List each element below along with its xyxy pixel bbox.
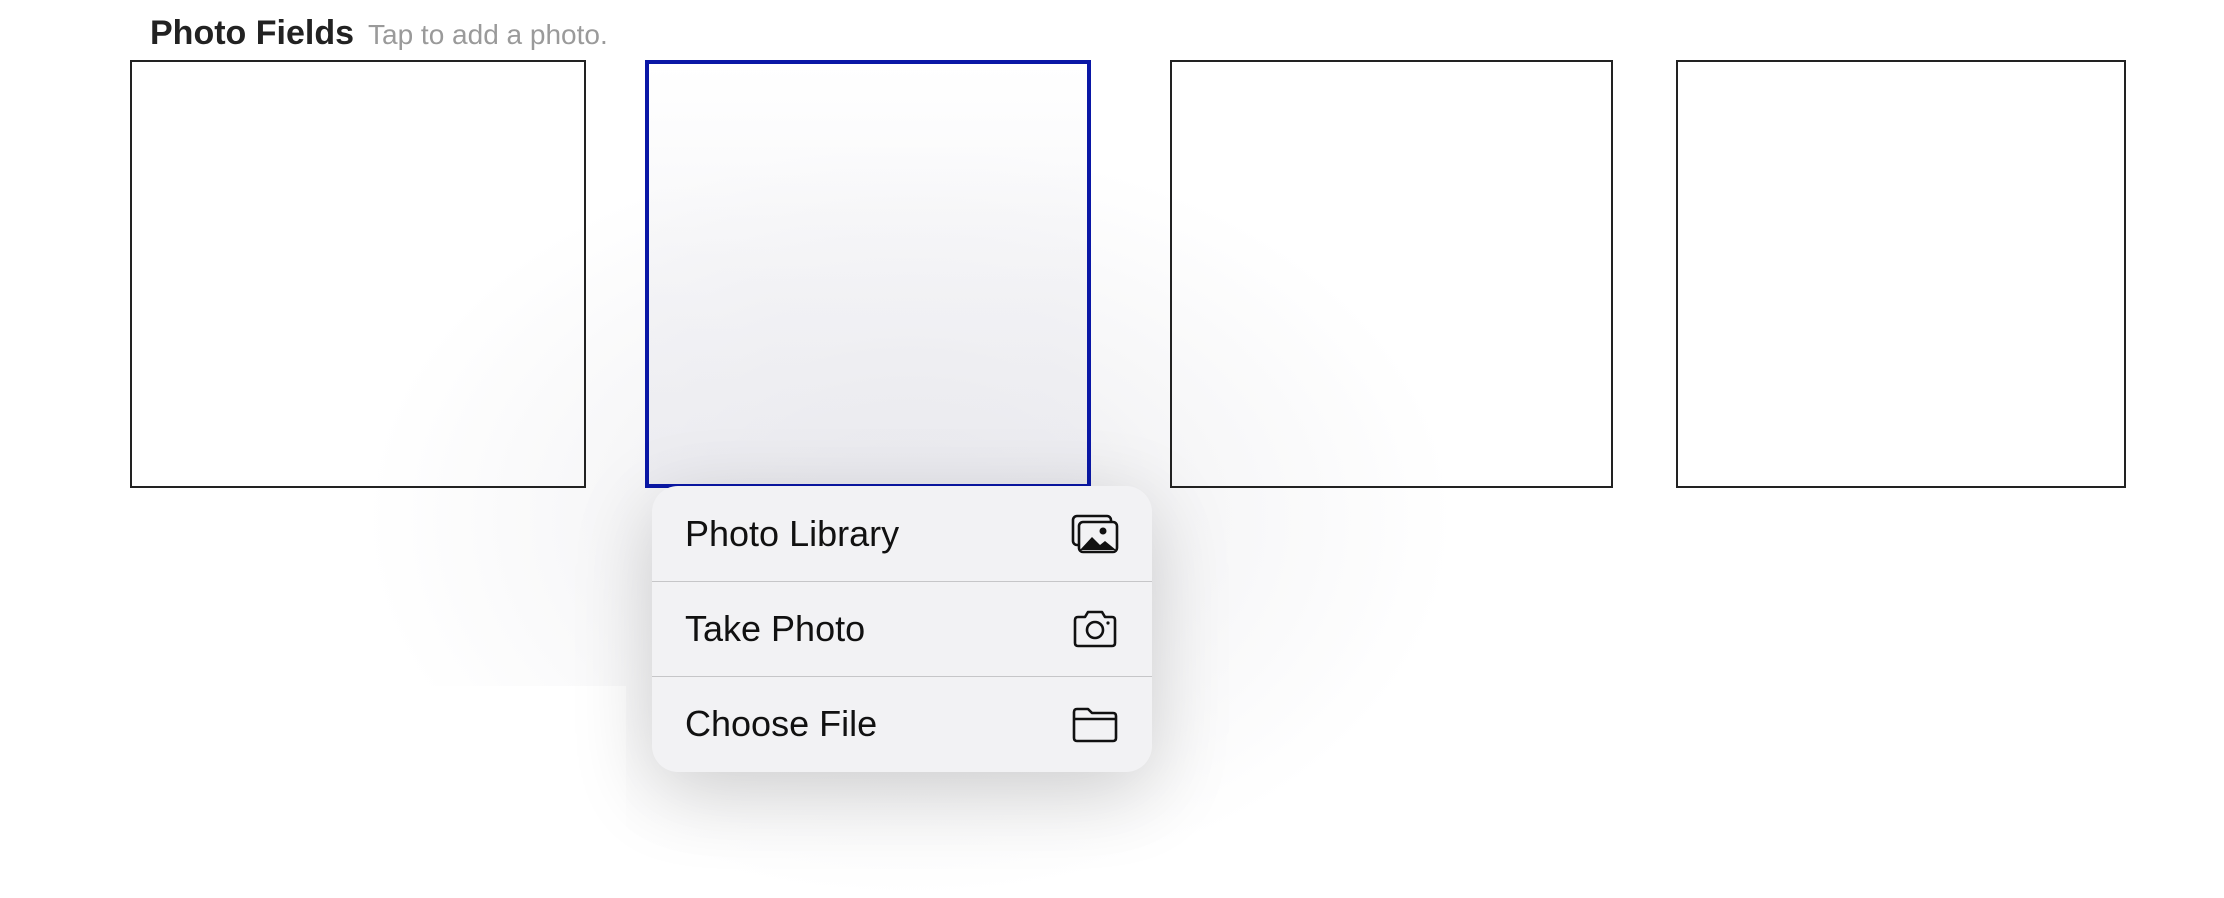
- menu-item-take-photo[interactable]: Take Photo: [652, 581, 1152, 676]
- menu-item-choose-file[interactable]: Choose File: [652, 676, 1152, 771]
- menu-item-label: Photo Library: [685, 512, 900, 554]
- section-header: Photo Fields Tap to add a photo.: [150, 14, 608, 53]
- section-title: Photo Fields: [150, 14, 354, 52]
- menu-item-label: Take Photo: [685, 608, 866, 649]
- photo-source-menu: Photo Library Take Photo Choose File: [652, 486, 1152, 772]
- photo-field-2[interactable]: [645, 60, 1091, 488]
- photo-field-1[interactable]: [130, 60, 586, 488]
- page: Photo Fields Tap to add a photo. Photo L…: [0, 0, 2224, 898]
- photo-field-3[interactable]: [1170, 60, 1613, 488]
- menu-item-label: Choose File: [685, 703, 878, 744]
- section-hint: Tap to add a photo.: [368, 19, 608, 50]
- photo-library-icon: [1070, 513, 1120, 555]
- photo-field-4[interactable]: [1676, 60, 2126, 488]
- background-patch: [392, 686, 626, 884]
- menu-item-photo-library[interactable]: Photo Library: [652, 486, 1152, 581]
- folder-icon: [1070, 703, 1120, 745]
- camera-icon: [1070, 608, 1120, 650]
